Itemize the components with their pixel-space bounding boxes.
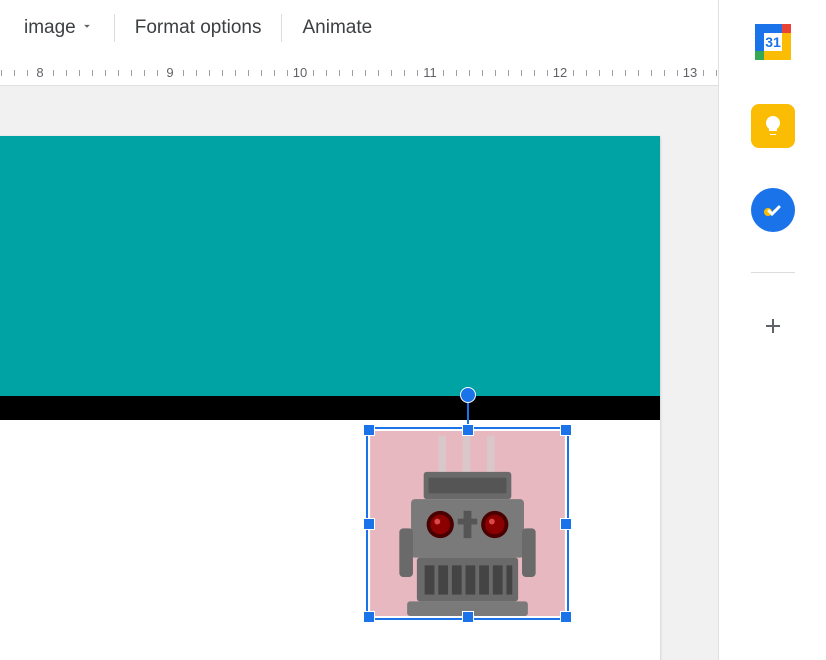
lightbulb-icon [761,114,785,138]
plus-icon [761,314,785,338]
keep-app-icon[interactable] [751,104,795,148]
ruler-label: 13 [680,65,700,80]
rotate-handle[interactable] [460,387,476,403]
replace-image-dropdown[interactable]: image [8,9,110,47]
resize-handle-bl[interactable] [363,611,375,623]
resize-handle-tm[interactable] [462,424,474,436]
toolbar: image Format options Animate [0,0,826,56]
side-panel: 31 [718,0,826,660]
ruler-label: 10 [290,65,310,80]
resize-handle-bm[interactable] [462,611,474,623]
ruler-label: 9 [163,65,176,80]
animate-button[interactable]: Animate [286,9,388,47]
tasks-app-icon[interactable] [751,188,795,232]
tasks-icon [761,198,785,222]
svg-text:31: 31 [765,34,781,50]
format-options-button[interactable]: Format options [119,9,278,47]
calendar-icon: 31 [753,22,793,62]
toolbar-divider [281,14,282,42]
slide-black-bar[interactable] [0,396,660,420]
resize-handle-mr[interactable] [560,518,572,530]
dropdown-arrow-icon [80,17,94,39]
resize-handle-br[interactable] [560,611,572,623]
toolbar-divider [114,14,115,42]
selection-outline [366,427,569,620]
animate-label: Animate [302,17,372,39]
horizontal-ruler[interactable]: 567891011121314 [0,62,826,86]
slide-header-shape[interactable] [0,136,660,396]
ruler-label: 11 [420,65,440,80]
resize-handle-tl[interactable] [363,424,375,436]
resize-handle-tr[interactable] [560,424,572,436]
side-panel-divider [751,272,795,273]
ruler-label: 8 [33,65,46,80]
format-options-label: Format options [135,17,262,39]
ruler-label: 12 [550,65,570,80]
slide: ore you buy: y need to dy have [0,136,660,660]
slide-canvas[interactable]: ore you buy: y need to dy have [0,86,718,660]
add-addon-button[interactable] [761,313,785,345]
calendar-app-icon[interactable]: 31 [751,20,795,64]
image-label: image [24,17,76,39]
selected-robot-image[interactable] [370,431,565,616]
resize-handle-ml[interactable] [363,518,375,530]
